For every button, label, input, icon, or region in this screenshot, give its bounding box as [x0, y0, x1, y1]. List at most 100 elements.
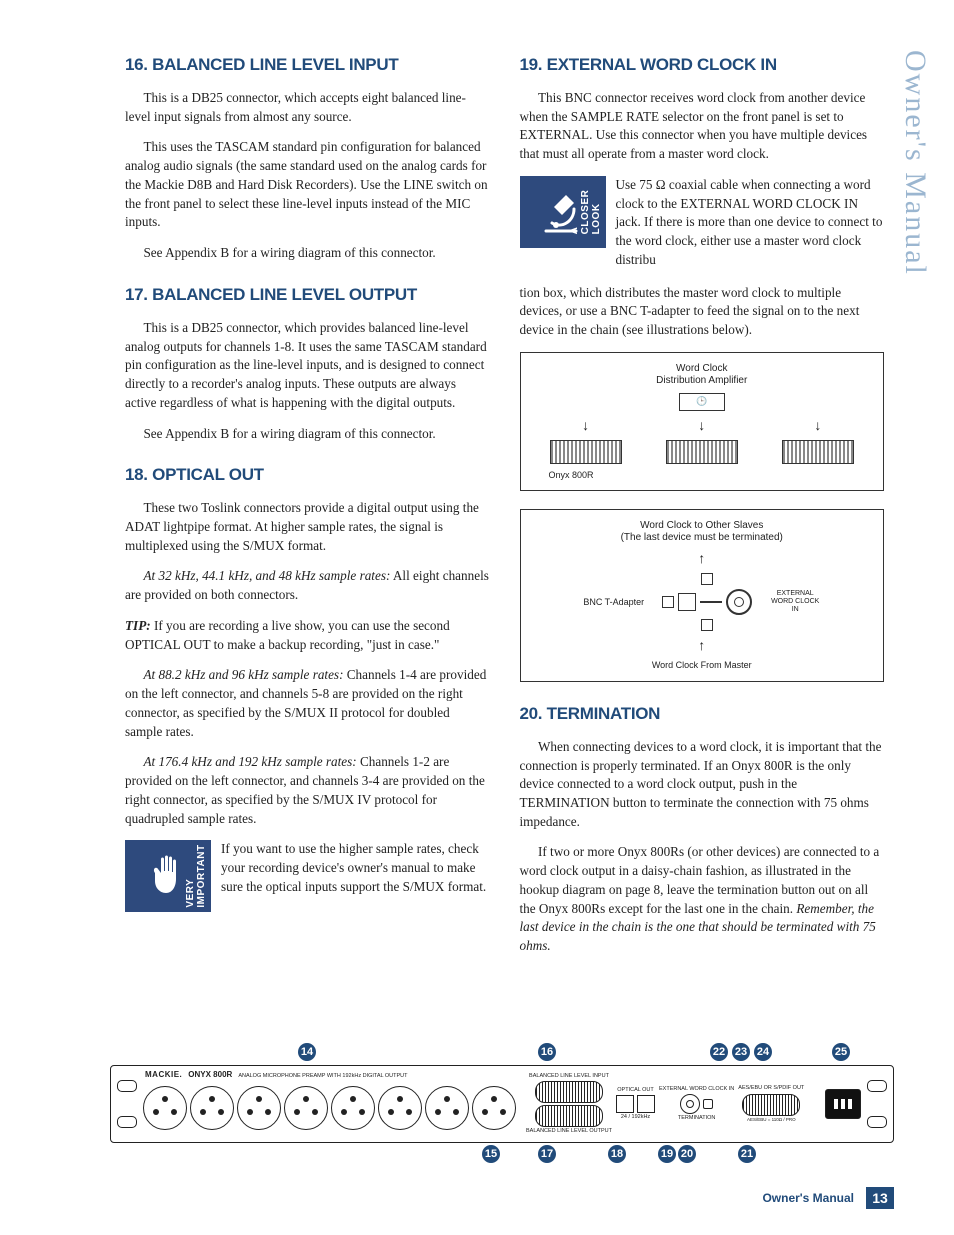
bnc-connector [680, 1094, 700, 1114]
callout-14: 14 [298, 1043, 316, 1061]
arrow-down-icon [698, 417, 705, 434]
text: If you are recording a live show, you ca… [125, 618, 450, 652]
heading-19: 19. EXTERNAL WORD CLOCK IN [520, 55, 885, 75]
important-text: If you want to use the higher sample rat… [221, 840, 490, 896]
closer-text: Use 75 Ω coaxial cable when connecting a… [616, 176, 885, 270]
bnc-icon [726, 589, 752, 615]
para: This uses the TASCAM standard pin config… [125, 138, 490, 232]
label: TERMINATION [678, 1116, 715, 1122]
device-box [550, 440, 622, 464]
rear-panel: MACKIE. ONYX 800R ANALOG MICROPHONE PREA… [110, 1065, 894, 1143]
left-column: 16. BALANCED LINE LEVEL INPUT This is a … [125, 55, 490, 968]
para: At 176.4 kHz and 192 kHz sample rates: C… [125, 753, 490, 828]
important-label: VERY IMPORTANT [185, 845, 207, 908]
callout-19: 19 [658, 1145, 676, 1163]
label: AES/EBU OR S/PDIF OUT [738, 1086, 804, 1092]
xlr-connector [143, 1086, 187, 1130]
callout-23: 23 [732, 1043, 750, 1061]
para: This is a DB25 connector, which accepts … [125, 89, 490, 126]
arrow-down-icon [582, 417, 589, 434]
arrow-up-icon [698, 550, 705, 567]
panel-subtitle: ANALOG MICROPHONE PREAMP WITH 192kHz DIG… [238, 1074, 407, 1080]
heading-16: 16. BALANCED LINE LEVEL INPUT [125, 55, 490, 75]
db25-connector [535, 1081, 603, 1103]
important-callout: VERY IMPORTANT If you want to use the hi… [125, 840, 490, 912]
arrow-up-icon [698, 637, 705, 654]
model: ONYX 800R [188, 1070, 232, 1079]
wordclock-section: EXTERNAL WORD CLOCK IN TERMINATION [659, 1087, 734, 1122]
bnc-t-label: BNC T-Adapter [583, 597, 644, 608]
para: See Appendix B for a wiring diagram of t… [125, 244, 490, 263]
label: EXTERNAL WORD CLOCK IN [659, 1087, 734, 1093]
label: AES/EBU = 110Ω / PRO [747, 1118, 796, 1123]
footer-label: Owner's Manual [762, 1191, 854, 1205]
em: At 32 kHz, 44.1 kHz, and 48 kHz sample r… [143, 568, 390, 583]
xlr-connector [331, 1086, 375, 1130]
closer-look-callout: A CLOSER LOOK Use 75 Ω coaxial cable whe… [520, 176, 885, 270]
para: This is a DB25 connector, which provides… [125, 319, 490, 413]
callout-18: 18 [608, 1145, 626, 1163]
closer-look-label: A CLOSER LOOK [569, 190, 602, 235]
label: BALANCED LINE LEVEL OUTPUT [526, 1129, 612, 1135]
onyx-label: Onyx 800R [531, 470, 874, 481]
callout-22: 22 [710, 1043, 728, 1061]
heading-18: 18. OPTICAL OUT [125, 465, 490, 485]
termination-button [703, 1099, 713, 1109]
label: OPTICAL OUT [617, 1088, 653, 1094]
callout-25: 25 [832, 1043, 850, 1061]
callout-24: 24 [754, 1043, 772, 1061]
heading-20: 20. TERMINATION [520, 704, 885, 724]
db25-connector [742, 1094, 800, 1116]
side-tab: Owner's Manual [898, 50, 932, 276]
callout-21: 21 [738, 1145, 756, 1163]
para: This BNC connector receives word clock f… [520, 89, 885, 164]
iec-inlet [825, 1089, 861, 1119]
para: tion box, which distributes the master w… [520, 284, 885, 340]
db25-connector [535, 1105, 603, 1127]
tip: TIP: If you are recording a live show, y… [125, 617, 490, 654]
toslink-connector [637, 1095, 655, 1113]
figure-distribution-amp: Word Clock Distribution Amplifier 🕒 Onyx… [520, 352, 885, 492]
para: At 88.2 kHz and 96 kHz sample rates: Cha… [125, 666, 490, 741]
figure-title: Word Clock to Other Slaves (The last dev… [531, 520, 874, 544]
para: When connecting devices to a word clock,… [520, 738, 885, 832]
device-box [782, 440, 854, 464]
ext-wc-label: EXTERNAL WORD CLOCK IN [770, 590, 820, 615]
device-box [666, 440, 738, 464]
callout-16: 16 [538, 1043, 556, 1061]
figure-title: Word Clock Distribution Amplifier [531, 363, 874, 387]
para: See Appendix B for a wiring diagram of t… [125, 425, 490, 444]
para: These two Toslink connectors provide a d… [125, 499, 490, 555]
hand-icon: VERY IMPORTANT [125, 840, 211, 912]
brand: MACKIE. [145, 1070, 182, 1079]
power-section [825, 1089, 861, 1119]
figure-bnc-t: Word Clock to Other Slaves (The last dev… [520, 509, 885, 681]
clock-icon: 🕒 [679, 393, 725, 411]
para: If two or more Onyx 800Rs (or other devi… [520, 843, 885, 955]
em: At 176.4 kHz and 192 kHz sample rates: [143, 754, 356, 769]
optical-section: OPTICAL OUT 24 / 192kHz [616, 1088, 655, 1121]
xlr-connector [425, 1086, 469, 1130]
footer: Owner's Manual 13 [762, 1187, 894, 1209]
aes-section: AES/EBU OR S/PDIF OUT AES/EBU = 110Ω / P… [738, 1086, 804, 1122]
tip-label: TIP: [125, 618, 151, 633]
microscope-icon: A CLOSER LOOK [520, 176, 606, 248]
page-number: 13 [866, 1187, 894, 1209]
xlr-connector [472, 1086, 516, 1130]
callout-20: 20 [678, 1145, 696, 1163]
xlr-row [143, 1086, 516, 1130]
xlr-connector [284, 1086, 328, 1130]
rear-panel-figure: 14 MACKIE. ONYX 800R ANALOG MICROPHONE P… [110, 1065, 894, 1143]
db25-section: BALANCED LINE LEVEL INPUT BALANCED LINE … [526, 1074, 612, 1135]
figure-caption: Word Clock From Master [531, 660, 874, 671]
heading-17: 17. BALANCED LINE LEVEL OUTPUT [125, 285, 490, 305]
xlr-connector [378, 1086, 422, 1130]
xlr-connector [237, 1086, 281, 1130]
toslink-connector [616, 1095, 634, 1113]
label: BALANCED LINE LEVEL INPUT [529, 1074, 609, 1080]
right-column: 19. EXTERNAL WORD CLOCK IN This BNC conn… [520, 55, 885, 968]
em: At 88.2 kHz and 96 kHz sample rates: [143, 667, 343, 682]
label: 24 / 192kHz [621, 1115, 650, 1121]
para: At 32 kHz, 44.1 kHz, and 48 kHz sample r… [125, 567, 490, 604]
callout-15: 15 [482, 1145, 500, 1163]
